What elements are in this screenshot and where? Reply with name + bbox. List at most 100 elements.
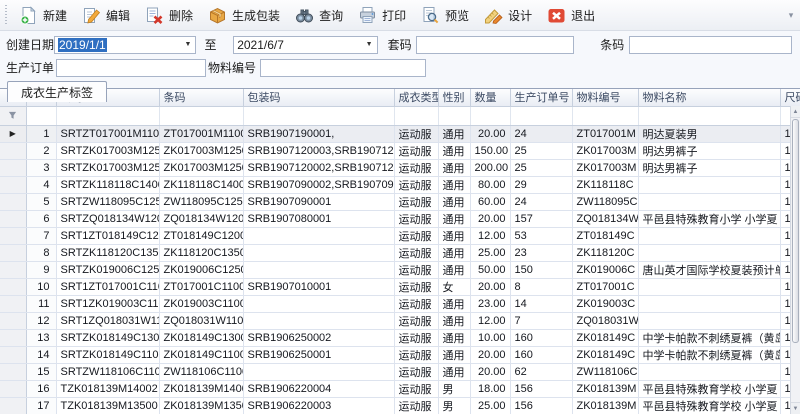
cell-tiaoma[interactable]: ZK019006C12500 bbox=[159, 261, 243, 278]
cell-material_no[interactable]: ZK018149C bbox=[572, 329, 638, 346]
scroll-down-icon[interactable]: ▼ bbox=[791, 402, 800, 414]
cell-qty[interactable]: 50.00 bbox=[470, 261, 510, 278]
cell-qty[interactable]: 200.00 bbox=[470, 159, 510, 176]
edit-button[interactable]: 编辑 bbox=[76, 2, 139, 28]
cell-qty[interactable]: 20.00 bbox=[470, 125, 510, 142]
cell-tiaoma[interactable]: ZK118120C13502 bbox=[159, 244, 243, 261]
cell-qty[interactable]: 25.00 bbox=[470, 397, 510, 414]
cell-tiaoma[interactable]: ZQ018134W12000 bbox=[159, 210, 243, 227]
cell-type[interactable]: 运动服 bbox=[394, 380, 438, 397]
cell-taoma[interactable]: SRTZK018149C13000 bbox=[56, 329, 159, 346]
row-number-cell[interactable]: 5 bbox=[26, 193, 56, 210]
cell-baozhuangma[interactable] bbox=[243, 295, 394, 312]
row-indicator-cell[interactable] bbox=[0, 261, 26, 278]
row-number-cell[interactable]: 1 bbox=[26, 125, 56, 142]
cell-order_no[interactable]: 160 bbox=[510, 346, 572, 363]
cell-material_no[interactable]: ZQ018134W bbox=[572, 210, 638, 227]
filter-cell[interactable] bbox=[243, 106, 394, 125]
cell-gender[interactable]: 通用 bbox=[438, 329, 470, 346]
cell-type[interactable]: 运动服 bbox=[394, 363, 438, 380]
row-number-cell[interactable]: 15 bbox=[26, 363, 56, 380]
row-indicator-cell[interactable] bbox=[0, 244, 26, 261]
cell-material_name[interactable]: 平邑县特殊教育学校 小学夏 bbox=[638, 397, 780, 414]
cell-qty[interactable]: 23.00 bbox=[470, 295, 510, 312]
cell-gender[interactable]: 男 bbox=[438, 380, 470, 397]
table-row[interactable]: 9SRTZK019006C12500ZK019006C12500运动服通用50.… bbox=[0, 261, 800, 278]
cell-order_no[interactable]: 25 bbox=[510, 159, 572, 176]
chevron-down-icon[interactable]: ▼ bbox=[181, 38, 194, 52]
cell-qty[interactable]: 12.00 bbox=[470, 312, 510, 329]
cell-material_no[interactable]: ZK018139M bbox=[572, 397, 638, 414]
cell-taoma[interactable]: TZK018139M14002 bbox=[56, 380, 159, 397]
row-number-cell[interactable]: 12 bbox=[26, 312, 56, 329]
row-indicator-cell[interactable] bbox=[0, 159, 26, 176]
row-indicator-cell[interactable] bbox=[0, 295, 26, 312]
cell-baozhuangma[interactable]: SRB1906220003 bbox=[243, 397, 394, 414]
cell-material_name[interactable] bbox=[638, 193, 780, 210]
cell-type[interactable]: 运动服 bbox=[394, 125, 438, 142]
cell-qty[interactable]: 20.00 bbox=[470, 346, 510, 363]
cell-taoma[interactable]: TZK018139M13500 bbox=[56, 397, 159, 414]
table-row[interactable]: 3SRTZK017003M12500ZK017003M12500SRB19071… bbox=[0, 159, 800, 176]
cell-baozhuangma[interactable]: SRB1907090001 bbox=[243, 193, 394, 210]
cell-material_name[interactable]: 明达男裤子 bbox=[638, 142, 780, 159]
cell-baozhuangma[interactable]: SRB1907190001, bbox=[243, 125, 394, 142]
cell-gender[interactable]: 通用 bbox=[438, 295, 470, 312]
created-to-combobox[interactable]: 2021/6/7 ▼ bbox=[233, 36, 377, 54]
table-row[interactable]: 8SRTZK118120C13502ZK118120C13502运动服通用25.… bbox=[0, 244, 800, 261]
cell-material_no[interactable]: ZK019006C bbox=[572, 261, 638, 278]
cell-order_no[interactable]: 24 bbox=[510, 125, 572, 142]
cell-taoma[interactable]: SRTZT017001M11002 bbox=[56, 125, 159, 142]
row-indicator-cell[interactable]: ▶ bbox=[0, 125, 26, 142]
cell-baozhuangma[interactable] bbox=[243, 227, 394, 244]
cell-taoma[interactable]: SRT1ZT017001C11000 bbox=[56, 278, 159, 295]
cell-gender[interactable]: 通用 bbox=[438, 142, 470, 159]
cell-gender[interactable]: 通用 bbox=[438, 312, 470, 329]
cell-material_name[interactable]: 中学卡帕款不刺绣夏裤（黄岛店） bbox=[638, 329, 780, 346]
cell-tiaoma[interactable]: ZK017003M12500 bbox=[159, 159, 243, 176]
row-number-cell[interactable]: 11 bbox=[26, 295, 56, 312]
column-header-material-no[interactable]: 物料编号 bbox=[572, 89, 638, 106]
cell-material_name[interactable]: 中学卡帕款不刺绣夏裤（黄岛店） bbox=[638, 346, 780, 363]
cell-gender[interactable]: 通用 bbox=[438, 244, 470, 261]
cell-material_no[interactable]: ZK118118C bbox=[572, 176, 638, 193]
cell-material_name[interactable]: 唐山英才国际学校夏装预计单 bbox=[638, 261, 780, 278]
cell-tiaoma[interactable]: ZW118106C11000 bbox=[159, 363, 243, 380]
row-number-cell[interactable]: 9 bbox=[26, 261, 56, 278]
row-indicator-cell[interactable] bbox=[0, 346, 26, 363]
table-row[interactable]: 13SRTZK018149C13000ZK018149C13000SRB1906… bbox=[0, 329, 800, 346]
table-row[interactable]: 4SRTZK118118C14000ZK118118C14000SRB19070… bbox=[0, 176, 800, 193]
column-header-material-name[interactable]: 物料名称 bbox=[638, 89, 780, 106]
cell-order_no[interactable]: 29 bbox=[510, 176, 572, 193]
cell-baozhuangma[interactable]: SRB1906250002 bbox=[243, 329, 394, 346]
table-row[interactable]: 2SRTZK017003M12500ZK017003M12500SRB19071… bbox=[0, 142, 800, 159]
cell-type[interactable]: 运动服 bbox=[394, 142, 438, 159]
table-row[interactable]: 17TZK018139M13500ZK018139M13500SRB190622… bbox=[0, 397, 800, 414]
filter-cell[interactable] bbox=[159, 106, 243, 125]
cell-taoma[interactable]: SRTZW118106C11000 bbox=[56, 363, 159, 380]
cell-gender[interactable]: 通用 bbox=[438, 261, 470, 278]
cell-material_name[interactable] bbox=[638, 295, 780, 312]
row-number-cell[interactable]: 13 bbox=[26, 329, 56, 346]
row-indicator-cell[interactable] bbox=[0, 312, 26, 329]
table-row[interactable]: 10SRT1ZT017001C11000ZT017001C11000SRB190… bbox=[0, 278, 800, 295]
cell-qty[interactable]: 20.00 bbox=[470, 363, 510, 380]
cell-baozhuangma[interactable] bbox=[243, 244, 394, 261]
cell-order_no[interactable]: 160 bbox=[510, 329, 572, 346]
row-number-cell[interactable]: 17 bbox=[26, 397, 56, 414]
scroll-up-icon[interactable]: ▲ bbox=[791, 106, 800, 118]
cell-material_no[interactable]: ZK018139M bbox=[572, 380, 638, 397]
set-code-input[interactable] bbox=[416, 36, 574, 54]
cell-qty[interactable]: 80.00 bbox=[470, 176, 510, 193]
cell-material_no[interactable]: ZT017001C bbox=[572, 278, 638, 295]
filter-cell[interactable] bbox=[56, 106, 159, 125]
column-header-garment-type[interactable]: 成衣类型 bbox=[394, 89, 438, 106]
row-indicator-cell[interactable] bbox=[0, 278, 26, 295]
cell-type[interactable]: 运动服 bbox=[394, 295, 438, 312]
cell-baozhuangma[interactable]: SRB1906220004 bbox=[243, 380, 394, 397]
row-number-cell[interactable]: 2 bbox=[26, 142, 56, 159]
table-row[interactable]: 5SRTZW118095C12500ZW118095C12500SRB19070… bbox=[0, 193, 800, 210]
cell-order_no[interactable]: 14 bbox=[510, 295, 572, 312]
row-indicator-cell[interactable] bbox=[0, 210, 26, 227]
cell-order_no[interactable]: 53 bbox=[510, 227, 572, 244]
